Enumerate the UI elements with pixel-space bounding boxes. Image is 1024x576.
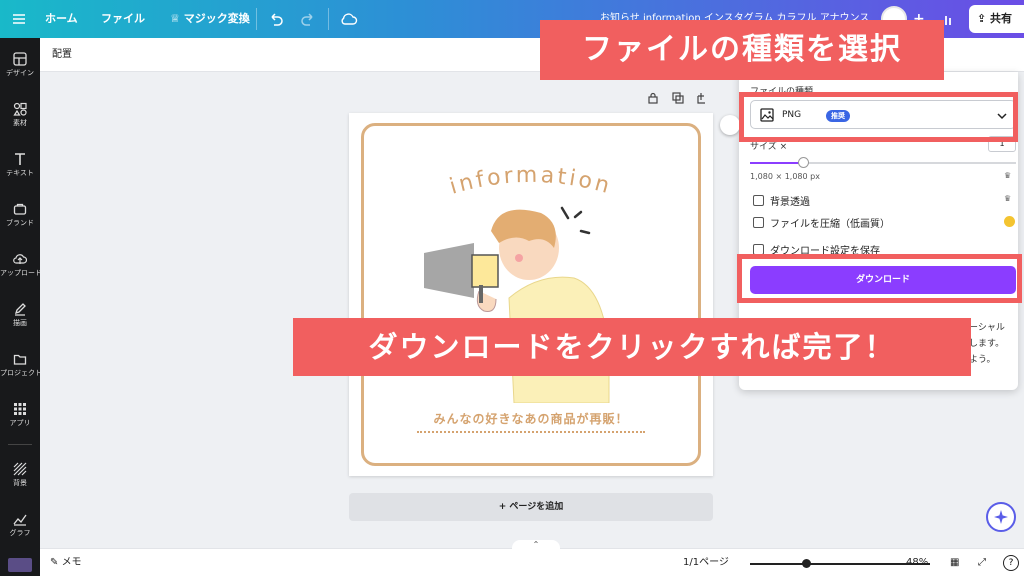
position-button[interactable]: 配置 [52, 38, 72, 72]
menu-icon[interactable] [12, 0, 26, 38]
folder-icon [13, 354, 27, 365]
add-page-icon[interactable] [697, 92, 709, 107]
rail-label: デザイン [6, 69, 34, 77]
transparent-bg-checkbox[interactable] [753, 195, 764, 206]
chart-icon [13, 514, 27, 526]
share-icon: ⇪ [977, 12, 991, 25]
file-type-highlight-box [739, 92, 1018, 142]
zoom-level[interactable]: 48% [906, 549, 928, 576]
sparkle-icon [994, 510, 1008, 524]
redo-icon[interactable] [300, 0, 316, 38]
design-page[interactable]: information みんなの好きなあの商品が再販！ [349, 113, 713, 476]
share-label: 共有 [990, 12, 1013, 25]
notes-label: メモ [61, 557, 82, 568]
rail-label: 背景 [13, 479, 27, 487]
text-icon [15, 153, 25, 165]
rail-item-brand[interactable]: ブランド [0, 196, 40, 240]
divider [256, 8, 257, 30]
instruction-banner-download: ダウンロードをクリックすれば完了！ [293, 318, 971, 376]
download-highlight-box [737, 254, 1022, 303]
notes-button[interactable]: ✎ メモ [50, 549, 82, 576]
magic-assistant-button[interactable] [986, 502, 1016, 532]
rail-item-chart[interactable]: グラフ [0, 506, 40, 550]
background-icon [13, 462, 27, 476]
side-rail: デザイン 素材 テキスト ブランド アップロード 描画 プロジェクト アプリ 背… [0, 38, 40, 576]
add-page-button[interactable]: + ページを追加 [349, 493, 713, 521]
dotted-underline [417, 431, 645, 433]
magic-switch-label: マジック変換 [183, 12, 250, 25]
size-slider-handle[interactable] [798, 157, 810, 168]
share-button[interactable]: ⇪ 共有 [969, 5, 1024, 33]
compress-checkbox[interactable] [753, 217, 764, 228]
duplicate-icon[interactable] [672, 92, 684, 107]
rail-item-design[interactable]: デザイン [0, 46, 40, 90]
notes-icon: ✎ [50, 557, 62, 568]
design-caption: みんなの好きなあの商品が再販！ [433, 412, 629, 426]
apps-icon [14, 403, 26, 415]
rail-label: グラフ [9, 529, 31, 537]
rail-item-background[interactable]: 背景 [0, 456, 40, 500]
canvas-editor-window: ホーム ファイル ♕ マジック変換 お知らせ information インスタグ… [0, 0, 1024, 576]
svg-text:information: information [447, 163, 615, 200]
compress-label: ファイルを圧縮（低画質） [770, 219, 890, 230]
upload-icon [13, 254, 27, 264]
rail-label: アプリ [9, 419, 31, 427]
design-icon [13, 52, 27, 66]
rail-label: ブランド [6, 219, 34, 227]
grid-view-icon[interactable]: ▦ [950, 549, 959, 576]
undo-icon[interactable] [268, 0, 284, 38]
elements-icon [13, 102, 27, 116]
fullscreen-icon[interactable]: ⤢ [978, 549, 986, 576]
transparent-bg-label: 背景透過 [770, 197, 810, 208]
page-count[interactable]: 1/1ページ [683, 549, 729, 576]
crown-icon: ♛ [1004, 171, 1012, 180]
panel-note: します。 [969, 339, 1005, 349]
lock-icon[interactable] [647, 92, 659, 107]
panel-note: ーシャル [969, 323, 1005, 333]
rail-item-elements[interactable]: 素材 [0, 96, 40, 140]
premium-icon [1004, 216, 1015, 227]
draw-icon [14, 303, 26, 316]
rail-label: プロジェクト [0, 369, 40, 377]
comment-icon[interactable] [720, 115, 740, 135]
panel-note: よう。 [969, 355, 996, 365]
crown-icon: ♛ [1004, 194, 1012, 203]
dimensions-text: 1,080 × 1,080 px [750, 172, 820, 181]
zoom-slider[interactable] [750, 559, 930, 568]
bottom-bar: ✎ メモ 1/1ページ 48% ▦ ⤢ ? [40, 548, 1024, 576]
crown-icon: ♕ [170, 12, 184, 25]
file-menu-button[interactable]: ファイル [101, 0, 145, 38]
rail-item-text[interactable]: テキスト [0, 146, 40, 190]
rail-item-upload[interactable]: アップロード [0, 246, 40, 290]
rail-label: テキスト [6, 169, 34, 177]
cloud-save-icon[interactable] [340, 0, 358, 38]
size-slider-fill [750, 162, 804, 164]
rail-item-projects[interactable]: プロジェクト [0, 346, 40, 390]
help-button[interactable]: ? [1003, 555, 1019, 571]
chevron-up-icon[interactable]: ⌃ [512, 540, 560, 550]
instruction-banner-file-type: ファイルの種類を選択 [540, 20, 944, 80]
rail-label: 描画 [13, 319, 27, 327]
rail-divider [8, 444, 32, 445]
divider [328, 8, 329, 30]
size-slider[interactable] [750, 157, 1016, 168]
rail-item-apps[interactable]: アプリ [0, 396, 40, 440]
rail-thumbnail[interactable] [8, 558, 32, 572]
magic-switch-button[interactable]: ♕ マジック変換 [170, 0, 250, 38]
zoom-slider-handle[interactable] [801, 559, 811, 568]
brand-icon [13, 203, 27, 215]
home-button[interactable]: ホーム [45, 0, 78, 38]
rail-label: 素材 [13, 119, 27, 127]
rail-item-draw[interactable]: 描画 [0, 296, 40, 340]
rail-label: アップロード [0, 269, 40, 277]
